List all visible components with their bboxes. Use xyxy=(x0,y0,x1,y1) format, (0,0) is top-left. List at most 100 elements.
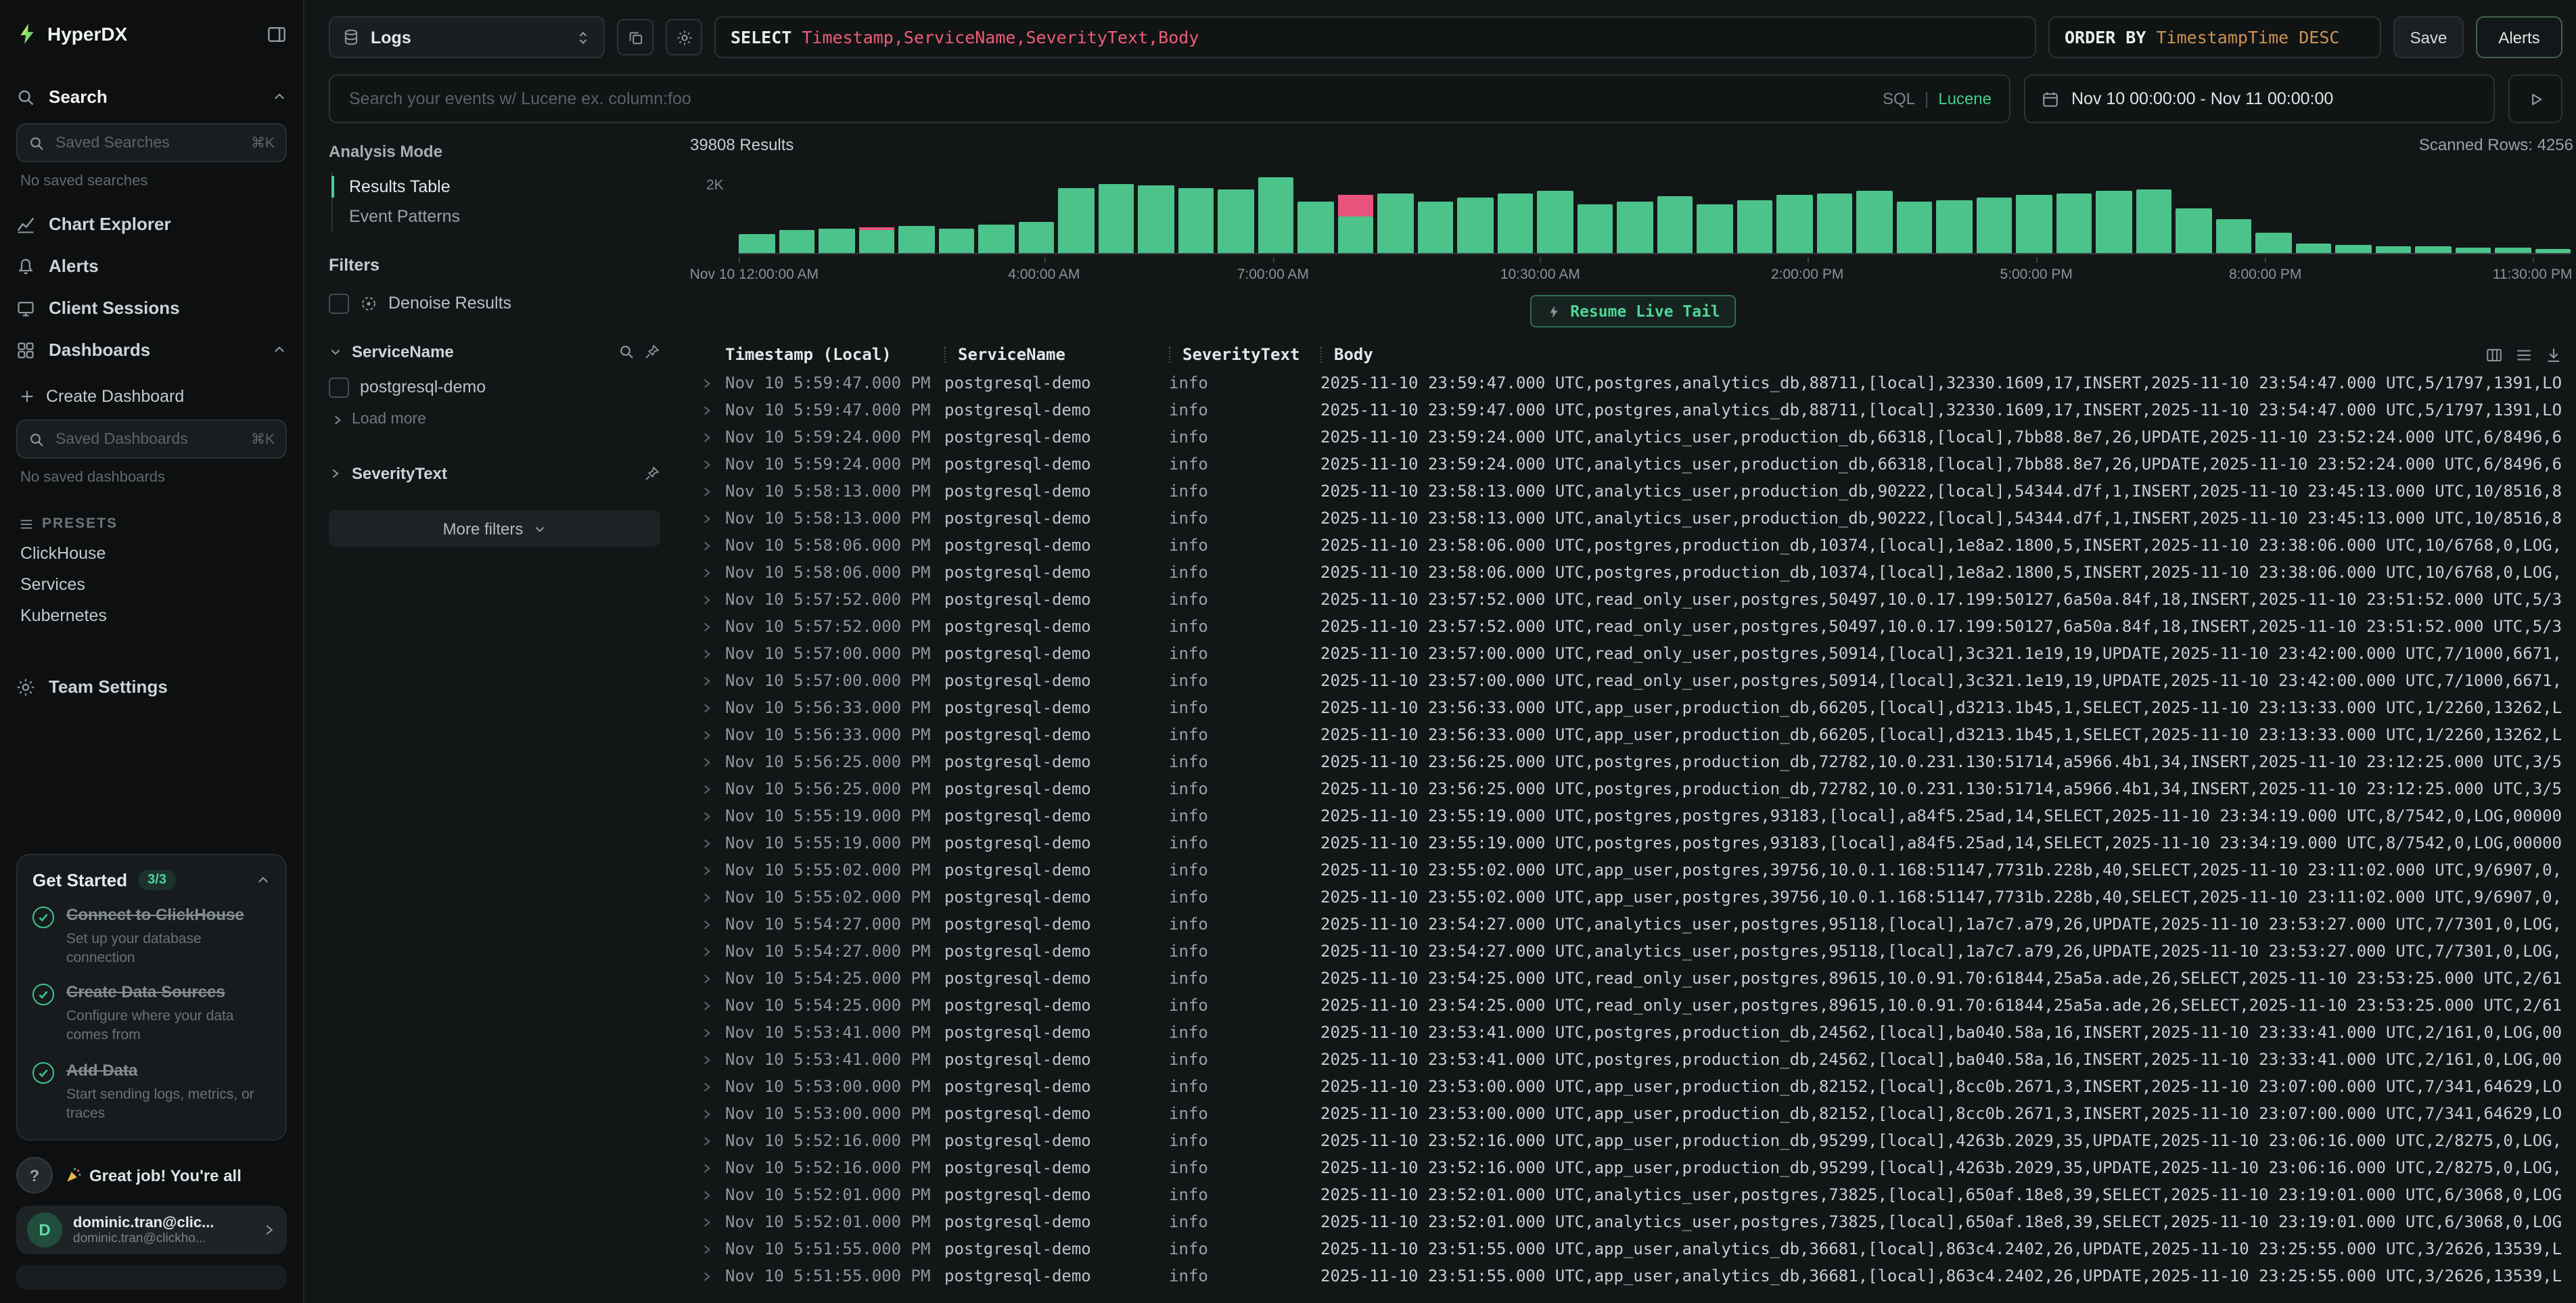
histogram-bar[interactable] xyxy=(858,170,894,253)
histogram-bar[interactable] xyxy=(1936,170,1972,253)
histogram-bar[interactable] xyxy=(2535,170,2571,253)
expand-row-icon[interactable] xyxy=(690,675,725,687)
sidebar-item-chart-explorer[interactable]: Chart Explorer xyxy=(16,203,287,245)
preset-item-kubernetes[interactable]: Kubernetes xyxy=(16,599,287,631)
live-tail-toggle-button[interactable] xyxy=(2508,74,2562,123)
expand-row-icon[interactable] xyxy=(690,647,725,660)
histogram-bar[interactable] xyxy=(1297,170,1333,253)
more-filters-button[interactable]: More filters xyxy=(329,510,660,547)
expand-row-icon[interactable] xyxy=(690,999,725,1011)
event-search[interactable]: SQL | Lucene xyxy=(329,74,2010,123)
histogram-bar[interactable] xyxy=(1497,170,1533,253)
expand-row-icon[interactable] xyxy=(690,864,725,876)
log-row[interactable]: Nov 10 5:54:27.000 PMpostgresql-demoinfo… xyxy=(690,938,2576,965)
log-row[interactable]: Nov 10 5:59:24.000 PMpostgresql-demoinfo… xyxy=(690,424,2576,451)
load-more-button[interactable]: Load more xyxy=(329,405,660,434)
sidebar-collapse-icon[interactable] xyxy=(267,24,287,44)
expand-row-icon[interactable] xyxy=(690,756,725,768)
histogram-bar[interactable] xyxy=(1018,170,1054,253)
expand-row-icon[interactable] xyxy=(690,485,725,497)
filter-option-postgresql-demo[interactable]: postgresql-demo xyxy=(329,369,660,405)
expand-row-icon[interactable] xyxy=(690,837,725,849)
expand-row-icon[interactable] xyxy=(690,377,725,389)
expand-row-icon[interactable] xyxy=(690,620,725,633)
histogram-bar[interactable] xyxy=(1776,170,1812,253)
log-row[interactable]: Nov 10 5:56:33.000 PMpostgresql-demoinfo… xyxy=(690,721,2576,748)
histogram-bar[interactable] xyxy=(898,170,934,253)
save-button[interactable]: Save xyxy=(2393,16,2464,58)
histogram-bar[interactable] xyxy=(779,170,814,253)
expand-row-icon[interactable] xyxy=(690,404,725,416)
log-row[interactable]: Nov 10 5:53:00.000 PMpostgresql-demoinfo… xyxy=(690,1100,2576,1127)
alerts-button[interactable]: Alerts xyxy=(2476,16,2562,58)
sidebar-item-team-settings[interactable]: Team Settings xyxy=(16,666,287,708)
histogram-bar[interactable] xyxy=(2096,170,2132,253)
log-row[interactable]: Nov 10 5:51:55.000 PMpostgresql-demoinfo… xyxy=(690,1262,2576,1289)
duplicate-source-button[interactable] xyxy=(617,19,653,55)
get-started-item[interactable]: Add DataStart sending logs, metrics, or … xyxy=(32,1060,271,1123)
histogram-bar[interactable] xyxy=(1457,170,1493,253)
expand-row-icon[interactable] xyxy=(690,702,725,714)
histogram-bar[interactable] xyxy=(1218,170,1254,253)
column-resize-handle[interactable] xyxy=(1320,346,1323,363)
histogram-bar[interactable] xyxy=(2375,170,2411,253)
expand-row-icon[interactable] xyxy=(690,1053,725,1066)
histogram-bar[interactable] xyxy=(739,170,775,253)
filter-group-servicename[interactable]: ServiceName xyxy=(329,334,660,369)
preset-item-services[interactable]: Services xyxy=(16,568,287,599)
log-row[interactable]: Nov 10 5:54:25.000 PMpostgresql-demoinfo… xyxy=(690,992,2576,1019)
log-row[interactable]: Nov 10 5:55:19.000 PMpostgresql-demoinfo… xyxy=(690,829,2576,856)
mode-sql-option[interactable]: SQL xyxy=(1883,89,1915,108)
histogram-bar[interactable] xyxy=(1856,170,1892,253)
column-resize-handle[interactable] xyxy=(1169,346,1172,363)
sidebar-item-client-sessions[interactable]: Client Sessions xyxy=(16,287,287,329)
create-dashboard-button[interactable]: Create Dashboard xyxy=(16,379,287,414)
histogram-bar[interactable] xyxy=(1736,170,1772,253)
log-row[interactable]: Nov 10 5:52:16.000 PMpostgresql-demoinfo… xyxy=(690,1154,2576,1181)
histogram-bar[interactable] xyxy=(1098,170,1134,253)
saved-dashboards-input[interactable]: ⌘K xyxy=(16,419,287,459)
expand-row-icon[interactable] xyxy=(690,810,725,822)
event-search-input[interactable] xyxy=(346,88,1993,110)
histogram-bar[interactable] xyxy=(819,170,854,253)
histogram-bar[interactable] xyxy=(2295,170,2331,253)
chevron-up-icon[interactable] xyxy=(272,89,287,104)
saved-dashboards-field[interactable] xyxy=(53,430,243,449)
expand-row-icon[interactable] xyxy=(690,945,725,957)
expand-row-icon[interactable] xyxy=(690,972,725,984)
histogram-bar[interactable] xyxy=(978,170,1014,253)
time-range-picker[interactable]: Nov 10 00:00:00 - Nov 11 00:00:00 xyxy=(2024,74,2495,123)
orderby-clause-editor[interactable]: ORDER BY TimestampTime DESC xyxy=(2048,16,2381,58)
row-density-icon[interactable] xyxy=(2515,346,2533,363)
expand-row-icon[interactable] xyxy=(690,431,725,443)
expand-row-icon[interactable] xyxy=(690,566,725,578)
log-row[interactable]: Nov 10 5:56:25.000 PMpostgresql-demoinfo… xyxy=(690,748,2576,775)
log-row[interactable]: Nov 10 5:55:19.000 PMpostgresql-demoinfo… xyxy=(690,802,2576,829)
saved-searches-input[interactable]: ⌘K xyxy=(16,123,287,162)
histogram-bar[interactable] xyxy=(2215,170,2251,253)
chevron-up-icon[interactable] xyxy=(256,873,271,888)
resume-live-tail-button[interactable]: Resume Live Tail xyxy=(1530,295,1736,327)
denoise-checkbox[interactable] xyxy=(329,293,349,313)
saved-searches-field[interactable] xyxy=(53,133,243,152)
log-row[interactable]: Nov 10 5:54:25.000 PMpostgresql-demoinfo… xyxy=(690,965,2576,992)
log-row[interactable]: Nov 10 5:57:52.000 PMpostgresql-demoinfo… xyxy=(690,613,2576,640)
expand-row-icon[interactable] xyxy=(690,1162,725,1174)
log-row[interactable]: Nov 10 5:58:13.000 PMpostgresql-demoinfo… xyxy=(690,478,2576,505)
analysis-mode-results-table[interactable]: Results Table xyxy=(333,172,660,202)
log-row[interactable]: Nov 10 5:57:00.000 PMpostgresql-demoinfo… xyxy=(690,640,2576,667)
histogram-bar[interactable] xyxy=(2455,170,2491,253)
expand-row-icon[interactable] xyxy=(690,1243,725,1255)
histogram-bar[interactable] xyxy=(1058,170,1094,253)
chevron-right-icon[interactable] xyxy=(329,467,342,480)
column-resize-handle[interactable] xyxy=(944,346,947,363)
histogram-bar[interactable] xyxy=(1896,170,1932,253)
expand-row-icon[interactable] xyxy=(690,539,725,551)
log-row[interactable]: Nov 10 5:59:47.000 PMpostgresql-demoinfo… xyxy=(690,396,2576,424)
histogram-bar[interactable] xyxy=(1617,170,1653,253)
log-row[interactable]: Nov 10 5:53:00.000 PMpostgresql-demoinfo… xyxy=(690,1073,2576,1100)
log-row[interactable]: Nov 10 5:52:01.000 PMpostgresql-demoinfo… xyxy=(690,1181,2576,1208)
source-settings-button[interactable] xyxy=(666,19,702,55)
log-row[interactable]: Nov 10 5:57:00.000 PMpostgresql-demoinfo… xyxy=(690,667,2576,694)
log-row[interactable]: Nov 10 5:57:52.000 PMpostgresql-demoinfo… xyxy=(690,586,2576,613)
